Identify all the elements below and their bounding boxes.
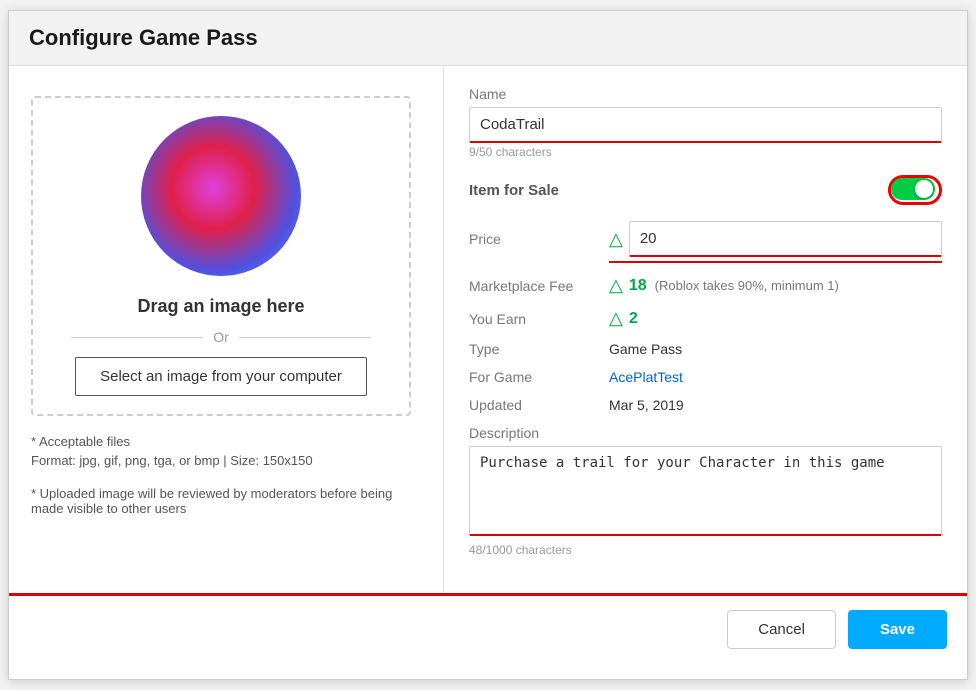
image-drop-area[interactable]: Drag an image here Or Select an image fr… xyxy=(31,96,411,416)
dialog-header: Configure Game Pass xyxy=(9,11,967,66)
or-divider: Or xyxy=(71,329,372,345)
updated-label: Updated xyxy=(469,397,609,413)
item-sale-label: Item for Sale xyxy=(469,182,559,199)
type-label: Type xyxy=(469,341,609,357)
dialog-title: Configure Game Pass xyxy=(29,25,947,51)
or-label: Or xyxy=(213,329,229,345)
name-char-count: 9/50 characters xyxy=(469,145,942,159)
name-input[interactable] xyxy=(469,107,942,143)
robux-icon-earn: △ xyxy=(609,308,623,329)
left-panel: Drag an image here Or Select an image fr… xyxy=(9,66,444,593)
select-image-button[interactable]: Select an image from your computer xyxy=(75,357,367,396)
price-label: Price xyxy=(469,231,609,247)
dialog-footer: Cancel Save xyxy=(9,593,967,663)
drag-text: Drag an image here xyxy=(137,296,304,317)
price-underline xyxy=(609,261,942,263)
name-label: Name xyxy=(469,86,942,102)
description-textarea[interactable]: Purchase a trail for your Character in t… xyxy=(469,446,942,536)
marketplace-note: (Roblox takes 90%, minimum 1) xyxy=(655,278,839,293)
updated-value: Mar 5, 2019 xyxy=(609,397,684,413)
robux-icon-price: △ xyxy=(609,229,623,250)
you-earn-row: You Earn △ 2 xyxy=(469,308,942,329)
for-game-row: For Game AcePlatTest xyxy=(469,369,942,385)
name-field-row: Name 9/50 characters xyxy=(469,86,942,159)
item-sale-row: Item for Sale xyxy=(469,175,942,205)
configure-game-pass-dialog: Configure Game Pass Drag an image here O… xyxy=(8,10,968,680)
marketplace-label: Marketplace Fee xyxy=(469,278,609,294)
acceptable-details: Format: jpg, gif, png, tga, or bmp | Siz… xyxy=(31,453,411,468)
for-game-value[interactable]: AcePlatTest xyxy=(609,369,683,385)
acceptable-title: * Acceptable files xyxy=(31,434,411,449)
type-value: Game Pass xyxy=(609,341,682,357)
dialog-body: Drag an image here Or Select an image fr… xyxy=(9,66,967,593)
you-earn-label: You Earn xyxy=(469,311,609,327)
toggle-track xyxy=(891,178,935,200)
you-earn-value: 2 xyxy=(629,310,638,328)
upload-note: * Uploaded image will be reviewed by mod… xyxy=(31,486,411,516)
description-field-row: Description Purchase a trail for your Ch… xyxy=(469,425,942,557)
save-button[interactable]: Save xyxy=(848,610,947,649)
price-input[interactable] xyxy=(629,221,942,257)
price-row: Price △ xyxy=(469,221,942,257)
robux-icon-marketplace: △ xyxy=(609,275,623,296)
updated-row: Updated Mar 5, 2019 xyxy=(469,397,942,413)
type-row: Type Game Pass xyxy=(469,341,942,357)
right-panel: Name 9/50 characters Item for Sale Price… xyxy=(444,66,967,593)
item-sale-toggle[interactable] xyxy=(888,175,942,205)
marketplace-value: 18 xyxy=(629,277,647,295)
description-label: Description xyxy=(469,425,942,441)
preview-image xyxy=(141,116,301,276)
marketplace-fee-row: Marketplace Fee △ 18 (Roblox takes 90%, … xyxy=(469,275,942,296)
cancel-button[interactable]: Cancel xyxy=(727,610,836,649)
upload-note-text: * Uploaded image will be reviewed by mod… xyxy=(31,486,411,516)
for-game-label: For Game xyxy=(469,369,609,385)
acceptable-files-note: * Acceptable files Format: jpg, gif, png… xyxy=(31,434,411,472)
description-char-count: 48/1000 characters xyxy=(469,543,942,557)
toggle-thumb xyxy=(915,180,933,198)
